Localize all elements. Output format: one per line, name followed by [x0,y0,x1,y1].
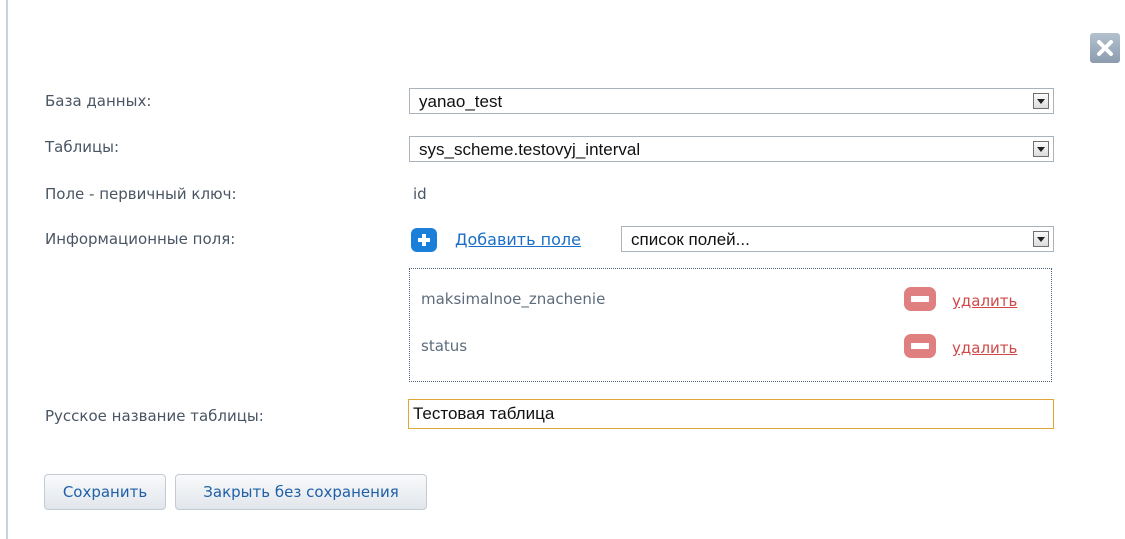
dialog-left-border [6,0,8,539]
selected-fields-box: maksimalnoe_znachenie удалить status уда… [409,268,1052,382]
table-settings-dialog: База данных: yanao_test Таблицы: sys_sch… [0,0,1125,539]
close-without-save-button[interactable]: Закрыть без сохранения [175,474,427,510]
minus-icon[interactable] [904,287,936,311]
tables-select[interactable]: sys_scheme.testovyj_interval [409,136,1054,162]
chevron-down-icon[interactable] [1033,231,1049,247]
plus-icon[interactable] [411,228,437,252]
field-name: maksimalnoe_znachenie [421,290,606,308]
tables-select-value: sys_scheme.testovyj_interval [419,140,641,159]
primary-key-value: id [413,185,427,203]
tables-label: Таблицы: [45,138,120,156]
chevron-down-icon[interactable] [1033,141,1049,157]
primary-key-label: Поле - первичный ключ: [45,185,237,203]
add-field-link[interactable]: Добавить поле [455,228,581,252]
minus-icon[interactable] [904,334,936,358]
close-dialog-button[interactable] [1090,33,1120,63]
database-select[interactable]: yanao_test [409,88,1054,114]
list-item: status удалить [410,332,1051,362]
remove-field-link[interactable]: удалить [952,339,1017,357]
database-select-value: yanao_test [419,92,503,111]
list-item: maksimalnoe_znachenie удалить [410,285,1051,315]
field-name: status [421,337,468,355]
chevron-down-icon[interactable] [1033,93,1049,109]
russian-name-input[interactable]: Тестовая таблица [408,399,1054,429]
database-label: База данных: [45,92,152,110]
fields-list-select-value: список полей... [631,230,750,249]
fields-list-select[interactable]: список полей... [621,226,1054,252]
info-fields-label: Информационные поля: [45,230,236,248]
close-icon [1096,39,1114,57]
remove-field-link[interactable]: удалить [952,292,1017,310]
save-button[interactable]: Сохранить [44,474,166,510]
russian-name-label: Русское название таблицы: [45,407,264,425]
